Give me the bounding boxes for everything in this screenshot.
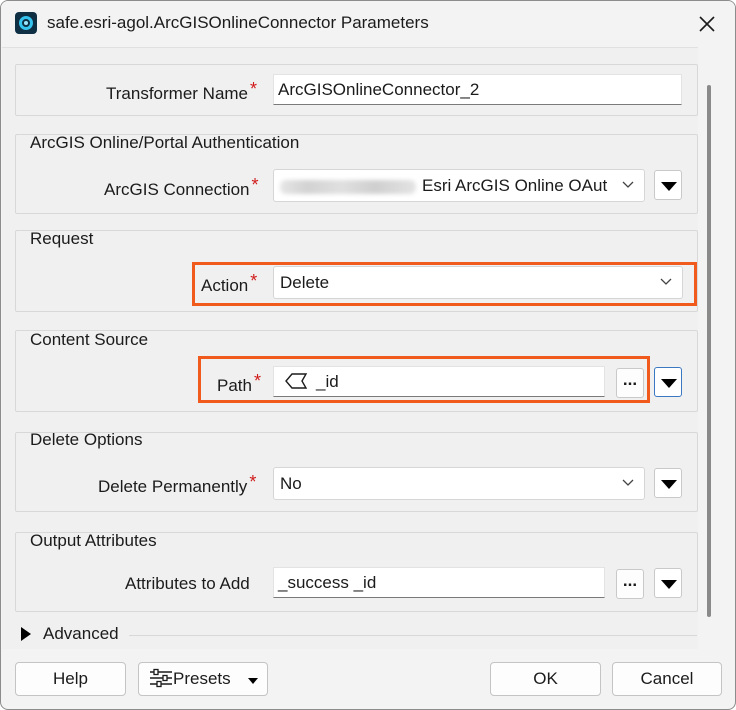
presets-sliders-icon (150, 668, 172, 688)
delete-permanently-label: Delete Permanently * (98, 472, 257, 496)
advanced-section-toggle[interactable]: Advanced (43, 624, 119, 644)
ok-button[interactable]: OK (490, 662, 601, 696)
request-section-title: Request (30, 229, 94, 248)
delete-permanently-select[interactable]: No (273, 467, 645, 500)
triangle-down-icon (661, 379, 677, 388)
chevron-down-icon (660, 278, 672, 285)
chevron-down-icon (622, 181, 634, 188)
content-source-section-title: Content Source (30, 330, 149, 349)
arcgis-connection-label: ArcGIS Connection * (104, 175, 259, 199)
vertical-scrollbar[interactable] (707, 85, 711, 617)
title-bar: safe.esri-agol.ArcGISOnlineConnector Par… (1, 1, 735, 47)
triangle-down-icon (661, 182, 677, 191)
close-icon (699, 16, 715, 32)
arcgis-connection-select[interactable]: Esri ArcGIS Online OAut (273, 169, 645, 202)
close-button[interactable] (693, 10, 721, 38)
cancel-button[interactable]: Cancel (612, 662, 722, 696)
fme-app-icon (15, 12, 37, 34)
path-input[interactable]: _id (273, 366, 605, 397)
path-menu-button[interactable] (654, 367, 682, 397)
attributes-browse-button[interactable]: ... (616, 569, 644, 599)
expand-advanced-icon[interactable] (21, 627, 31, 641)
action-label: Action * (201, 271, 258, 295)
parameters-dialog: safe.esri-agol.ArcGISOnlineConnector Par… (0, 0, 736, 710)
attribute-tag-icon (285, 373, 308, 389)
arcgis-connection-menu-button[interactable] (654, 170, 682, 200)
authentication-section-title: ArcGIS Online/Portal Authentication (30, 133, 300, 152)
triangle-down-icon (661, 480, 677, 489)
window-title: safe.esri-agol.ArcGISOnlineConnector Par… (47, 13, 429, 32)
transformer-name-input[interactable]: ArcGISOnlineConnector_2 (273, 74, 682, 105)
path-browse-button[interactable]: ... (616, 368, 644, 398)
advanced-divider (129, 635, 697, 636)
triangle-down-icon (248, 678, 258, 684)
attributes-to-add-input[interactable]: _success _id (273, 567, 605, 598)
attributes-to-add-label: Attributes to Add (125, 574, 250, 593)
presets-button[interactable]: Presets (138, 662, 268, 696)
help-button[interactable]: Help (15, 662, 126, 696)
redacted-account-name (280, 179, 416, 194)
chevron-down-icon (622, 479, 634, 486)
output-attributes-section-title: Output Attributes (30, 531, 157, 550)
parameters-panel: Transformer Name * ArcGISOnlineConnector_… (2, 47, 698, 649)
transformer-name-label: Transformer Name * (106, 79, 258, 103)
attributes-menu-button[interactable] (654, 568, 682, 598)
path-label: Path * (217, 371, 261, 395)
delete-permanently-menu-button[interactable] (654, 468, 682, 498)
action-select[interactable]: Delete (273, 266, 683, 299)
triangle-down-icon (661, 580, 677, 589)
delete-options-section-title: Delete Options (30, 430, 143, 449)
